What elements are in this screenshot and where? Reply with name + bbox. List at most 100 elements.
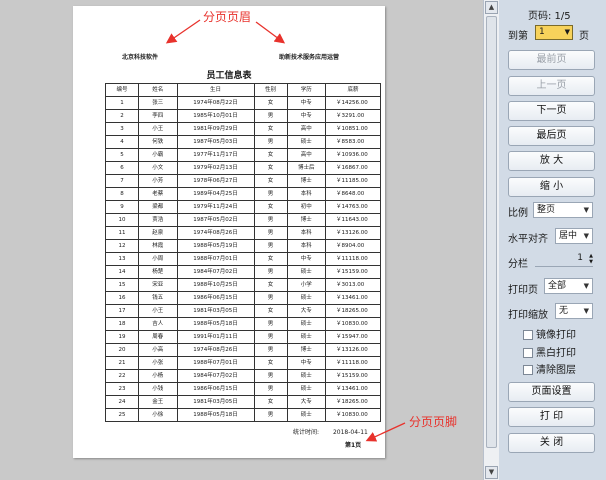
table-cell: 博士后	[286, 161, 326, 175]
scroll-up-icon[interactable]: ▲	[485, 1, 498, 14]
staff-table: 编号 姓名 生日 性别 学历 底薪 1 张三 1974年08月22日女中专 ￥14256.00 2…	[105, 83, 381, 422]
table-cell: 金王	[138, 395, 178, 409]
table-cell: 1974年08月26日	[176, 226, 255, 240]
goto-page-suffix: 页	[579, 31, 589, 42]
goto-page-select[interactable]: 1 ▼	[535, 25, 573, 40]
table-row: 3 小王 1981年09月29日女高中 ￥10851.00	[105, 122, 381, 136]
chevron-down-icon: ▼	[583, 206, 589, 214]
columns-spinner[interactable]: 1 ▲ ▼	[535, 253, 593, 267]
column-header: 编号	[105, 83, 139, 97]
table-cell: 1988年05月19日	[176, 239, 255, 253]
print-button[interactable]: 打 印	[508, 407, 595, 427]
table-cell: 女	[253, 356, 288, 370]
last-page-button[interactable]: 最后页	[508, 126, 595, 146]
table-cell: 男	[253, 317, 288, 331]
bw-print-checkbox[interactable]	[523, 348, 533, 358]
scrollbar-thumb[interactable]	[486, 16, 497, 448]
table-row: 9 梁都 1979年11月24日女初中 ￥14763.00	[105, 200, 381, 214]
table-cell: 小高	[138, 343, 178, 357]
prev-page-button[interactable]: 上一页	[508, 76, 595, 96]
mirror-print-checkbox[interactable]	[523, 330, 533, 340]
table-cell: 男	[253, 187, 288, 201]
next-page-button[interactable]: 下一页	[508, 101, 595, 121]
table-row: 13 小周 1988年07月01日女中专 ￥11118.00	[105, 252, 381, 266]
table-cell: 1	[105, 96, 139, 110]
mirror-print-option[interactable]: 镜像打印	[523, 326, 576, 341]
table-cell: ￥11643.00	[325, 213, 381, 227]
table-cell: ￥8583.00	[325, 135, 381, 149]
table-cell: 男	[253, 213, 288, 227]
table-cell: 2	[105, 109, 139, 123]
close-button[interactable]: 关 闭	[508, 433, 595, 453]
table-row: 24 金王 1981年03月05日女大专 ￥18265.00	[105, 395, 381, 409]
align-value: 居中	[559, 231, 578, 241]
print-time: 统计时间: 2018-04-11	[293, 427, 368, 436]
table-row: 21 小张 1988年07月01日女中专 ￥11118.00	[105, 356, 381, 370]
first-page-button[interactable]: 最前页	[508, 50, 595, 70]
table-cell: 1981年03月05日	[176, 395, 255, 409]
clear-layers-checkbox[interactable]	[523, 365, 533, 375]
column-header: 底薪	[325, 83, 381, 97]
table-cell: ￥15159.00	[325, 265, 381, 279]
print-pages-select[interactable]: 全部 ▼	[544, 278, 593, 294]
spinner-arrows-icon[interactable]: ▲ ▼	[589, 253, 593, 265]
table-row: 12 林霞 1988年05月19日男本科 ￥8904.00	[105, 239, 381, 253]
bw-print-option[interactable]: 黑白打印	[523, 344, 576, 359]
vertical-scrollbar[interactable]: ▲ ▼	[483, 0, 499, 480]
table-row: 8 老蔡 1989年04月25日男本科 ￥8648.00	[105, 187, 381, 201]
print-scale-select[interactable]: 无 ▼	[555, 303, 593, 319]
table-cell: 17	[105, 304, 139, 318]
table-cell: 吉人	[138, 317, 178, 331]
table-cell: 1978年06月27日	[176, 174, 255, 188]
zoom-out-button[interactable]: 缩 小	[508, 177, 595, 197]
table-cell: ￥11118.00	[325, 252, 381, 266]
table-cell: 1988年07月01日	[176, 356, 255, 370]
table-row: 7 小芳 1978年06月27日女博士 ￥11185.00	[105, 174, 381, 188]
column-header: 性别	[253, 83, 288, 97]
table-cell: 小王	[138, 122, 178, 136]
table-cell: 女	[253, 148, 288, 162]
table-cell: 1989年04月25日	[176, 187, 255, 201]
table-cell: 1979年11月24日	[176, 200, 255, 214]
table-cell: 高中	[286, 148, 326, 162]
table-cell: 高中	[286, 122, 326, 136]
table-row: 4 何铁 1987年05月03日男硕士 ￥8583.00	[105, 135, 381, 149]
table-cell: 初中	[286, 200, 326, 214]
table-cell: 周春	[138, 330, 178, 344]
align-select[interactable]: 居中 ▼	[555, 228, 593, 244]
table-cell: 1988年10月25日	[176, 278, 255, 292]
table-cell: 男	[253, 226, 288, 240]
table-cell: 23	[105, 382, 139, 396]
bw-print-label: 黑白打印	[536, 348, 576, 359]
table-cell: ￥10830.00	[325, 317, 381, 331]
table-cell: 19	[105, 330, 139, 344]
table-cell: 24	[105, 395, 139, 409]
table-cell: 女	[253, 395, 288, 409]
table-cell: ￥3013.00	[325, 278, 381, 292]
chevron-down-icon: ▼	[583, 232, 589, 240]
zoom-in-button[interactable]: 放 大	[508, 151, 595, 171]
scale-select[interactable]: 整页 ▼	[533, 202, 593, 218]
table-cell: 本科	[286, 187, 326, 201]
print-pages-value: 全部	[548, 281, 567, 291]
table-cell: 6	[105, 161, 139, 175]
scroll-down-icon[interactable]: ▼	[485, 466, 498, 479]
table-cell: 9	[105, 200, 139, 214]
page-footer: 第1页	[345, 442, 362, 449]
table-cell: 小文	[138, 161, 178, 175]
clear-layers-option[interactable]: 清除图层	[523, 361, 576, 376]
table-cell: 女	[253, 252, 288, 266]
page-counter: 页码: 1/5	[528, 11, 571, 22]
table-cell: 男	[253, 135, 288, 149]
table-cell: 25	[105, 408, 139, 422]
table-cell: ￥13126.00	[325, 226, 381, 240]
columns-value: 1	[577, 253, 583, 263]
table-cell: 中专	[286, 356, 326, 370]
table-cell: 1985年10月01日	[176, 109, 255, 123]
table-row: 20 小高 1974年08月26日男博士 ￥13126.00	[105, 343, 381, 357]
table-cell: 男	[253, 382, 288, 396]
table-cell: ￥13126.00	[325, 343, 381, 357]
page-setup-button[interactable]: 页面设置	[508, 382, 595, 402]
table-cell: 贾浩	[138, 213, 178, 227]
table-cell: 小王	[138, 304, 178, 318]
